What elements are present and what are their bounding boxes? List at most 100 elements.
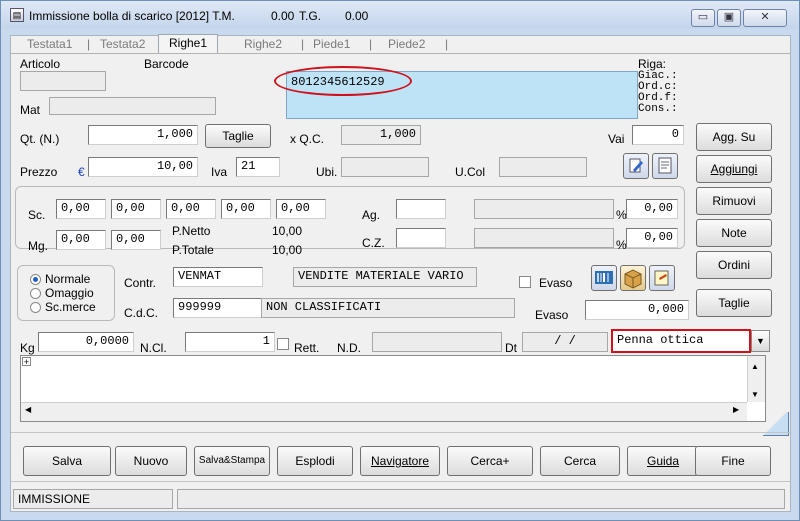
evaso-qty-input[interactable]: 0,000 bbox=[585, 300, 689, 320]
scmerce-label: Sc.merce bbox=[45, 300, 96, 314]
cdc-label: C.d.C. bbox=[124, 306, 159, 320]
barcode-label: Barcode bbox=[144, 57, 189, 71]
contr-code-input[interactable]: VENMAT bbox=[173, 267, 263, 287]
tab-righe2[interactable]: Righe2 bbox=[244, 36, 282, 53]
evaso-qty-label: Evaso bbox=[535, 308, 569, 322]
kg-label: Kg bbox=[20, 341, 35, 355]
maximize-button[interactable]: ▣ bbox=[717, 9, 741, 27]
qt-input[interactable]: 1,000 bbox=[88, 125, 198, 145]
evaso-checkbox[interactable] bbox=[519, 276, 531, 288]
tab-righe1[interactable]: Righe1 bbox=[158, 34, 219, 53]
tab-separator: | bbox=[445, 37, 449, 51]
close-button[interactable]: ✕ bbox=[743, 9, 787, 27]
ag-label: Ag. bbox=[362, 208, 381, 222]
ag-input[interactable] bbox=[396, 199, 446, 219]
evaso-check-label: Evaso bbox=[539, 276, 573, 290]
radio-omaggio[interactable] bbox=[30, 288, 41, 299]
prezzo-input[interactable]: 10,00 bbox=[88, 157, 198, 177]
agg-su-button[interactable]: Agg. Su bbox=[696, 123, 772, 151]
nd-field[interactable] bbox=[372, 332, 502, 352]
sc-input-3[interactable]: 0,00 bbox=[166, 199, 216, 219]
dt-field[interactable]: / / bbox=[522, 332, 608, 352]
mg-input-1[interactable]: 0,00 bbox=[56, 230, 106, 250]
iva-label: Iva bbox=[211, 165, 228, 179]
expand-icon[interactable]: + bbox=[22, 357, 31, 367]
note-button[interactable]: Note bbox=[696, 219, 772, 247]
riga-info: Giac.: Ord.c: Ord.f: Cons.: bbox=[638, 71, 678, 115]
title-bar: ▤ Immissione bolla di scarico [2012] T.M… bbox=[1, 1, 799, 29]
app-icon: ▤ bbox=[10, 8, 24, 22]
tab-piede1[interactable]: Piede1 bbox=[313, 36, 350, 53]
ucol-field[interactable] bbox=[499, 157, 587, 177]
salva-button[interactable]: Salva bbox=[23, 446, 111, 476]
scroll-down-icon[interactable]: ▼ bbox=[751, 390, 759, 399]
riga-label: Riga: bbox=[638, 57, 667, 71]
rett-checkbox[interactable] bbox=[277, 338, 289, 350]
ncl-input[interactable]: 1 bbox=[185, 332, 275, 352]
cdc-code-input[interactable]: 999999 bbox=[173, 298, 263, 318]
iva-input[interactable]: 21 bbox=[236, 157, 280, 177]
ptotale-label: P.Totale bbox=[172, 243, 214, 257]
tg-label: T.G. bbox=[299, 9, 322, 23]
tab-separator: | bbox=[301, 37, 305, 51]
qc-field[interactable]: 1,000 bbox=[341, 125, 421, 145]
cerca-button[interactable]: Cerca bbox=[540, 446, 620, 476]
articolo-field[interactable] bbox=[20, 71, 106, 91]
rimuovi-button[interactable]: Rimuovi bbox=[696, 187, 772, 215]
dt-label: Dt bbox=[505, 341, 517, 355]
tab-testata2[interactable]: Testata2 bbox=[100, 36, 145, 53]
nuovo-button[interactable]: Nuovo bbox=[115, 446, 187, 476]
vai-input[interactable]: 0 bbox=[632, 125, 684, 145]
notes-icon[interactable] bbox=[649, 265, 675, 291]
taglie-button[interactable]: Taglie bbox=[696, 289, 772, 317]
pen-note-icon[interactable] bbox=[623, 153, 649, 179]
aggiungi-button[interactable]: Aggiungi bbox=[696, 155, 772, 183]
radio-normale[interactable] bbox=[30, 274, 41, 285]
window-title: Immissione bolla di scarico [2012] T.M. bbox=[29, 9, 235, 23]
status-message bbox=[177, 489, 785, 509]
mg-input-2[interactable]: 0,00 bbox=[111, 230, 161, 250]
mg-label: Mg. bbox=[28, 239, 49, 253]
document-icon[interactable] bbox=[652, 153, 678, 179]
mat-field[interactable] bbox=[49, 97, 216, 115]
sc-input-5[interactable]: 0,00 bbox=[276, 199, 326, 219]
minimize-button[interactable]: ▭ bbox=[691, 9, 715, 27]
sc-input-4[interactable]: 0,00 bbox=[221, 199, 271, 219]
scroll-left-icon[interactable]: ◀ bbox=[25, 405, 31, 414]
contr-desc-field: VENDITE MATERIALE VARIO bbox=[293, 267, 477, 287]
chevron-down-icon: ▼ bbox=[756, 336, 765, 346]
fine-button[interactable]: Fine bbox=[695, 446, 771, 476]
navigatore-button[interactable]: Navigatore bbox=[360, 446, 440, 476]
ubi-field[interactable] bbox=[341, 157, 429, 177]
pnetto-value: 10,00 bbox=[272, 224, 303, 238]
ordini-button[interactable]: Ordini bbox=[696, 251, 772, 279]
euro-icon: € bbox=[78, 165, 85, 179]
taglie-qt-button[interactable]: Taglie bbox=[205, 124, 271, 148]
scroll-right-icon[interactable]: ▶ bbox=[733, 405, 739, 414]
rett-label: Rett. bbox=[294, 341, 320, 355]
radio-scmerce[interactable] bbox=[30, 302, 41, 313]
mat-label: Mat bbox=[20, 103, 41, 117]
cz-pct-input[interactable]: 0,00 bbox=[626, 228, 678, 248]
prezzo-label: Prezzo bbox=[20, 165, 58, 179]
esplodi-button[interactable]: Esplodi bbox=[277, 446, 353, 476]
cons-label: Cons.: bbox=[638, 103, 678, 115]
package-icon[interactable] bbox=[620, 265, 646, 291]
tab-piede2[interactable]: Piede2 bbox=[388, 36, 425, 53]
sc-input-2[interactable]: 0,00 bbox=[111, 199, 161, 219]
barcode-scan-icon[interactable] bbox=[591, 265, 617, 291]
ag-pct-input[interactable]: 0,00 bbox=[626, 199, 678, 219]
cz-input[interactable] bbox=[396, 228, 446, 248]
scroll-up-icon[interactable]: ▲ bbox=[751, 362, 759, 371]
kg-input[interactable]: 0,0000 bbox=[38, 332, 134, 352]
cerca-plus-button[interactable]: Cerca+ bbox=[447, 446, 533, 476]
cz-label: C.Z. bbox=[362, 236, 385, 250]
guida-button[interactable]: Guida bbox=[627, 446, 699, 476]
dropdown-arrow-button[interactable]: ▼ bbox=[751, 330, 770, 352]
tab-testata1[interactable]: Testata1 bbox=[27, 36, 72, 53]
input-mode-select[interactable]: Penna ottica bbox=[611, 329, 751, 353]
contr-label: Contr. bbox=[124, 276, 157, 290]
horizontal-scrollbar[interactable] bbox=[21, 402, 747, 421]
sc-input-1[interactable]: 0,00 bbox=[56, 199, 106, 219]
salva-stampa-button[interactable]: Salva&Stampa bbox=[194, 446, 270, 476]
